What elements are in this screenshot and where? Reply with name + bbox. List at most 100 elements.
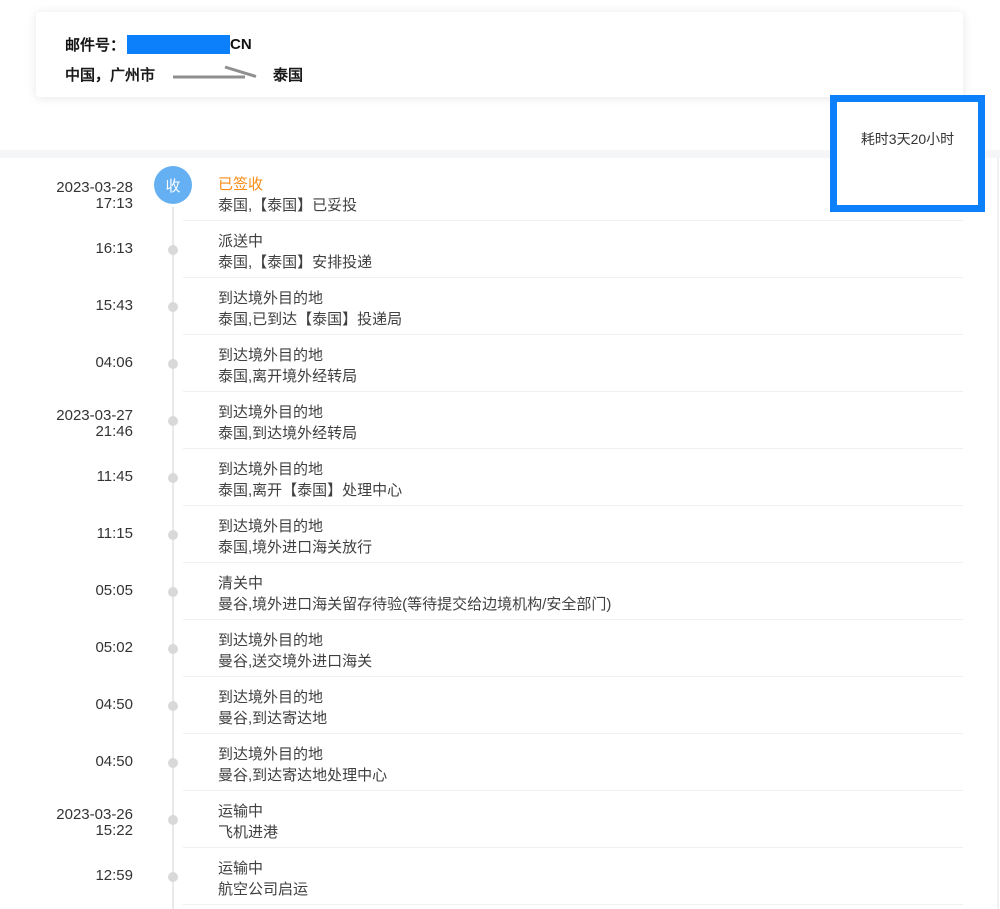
timeline-time: 05:05	[0, 583, 133, 598]
timeline-dot-icon	[168, 644, 178, 654]
timeline-timestamp: 2023-03-26 15:22	[0, 791, 133, 848]
mail-number-line: 邮件号： CN	[65, 33, 963, 55]
timeline-date: 2023-03-27	[0, 408, 133, 423]
timeline-timestamp: 11:15	[0, 506, 133, 563]
timeline-timestamp: 15:43	[0, 278, 133, 335]
timeline-item: 16:13 收 派送中 泰国,【泰国】安排投递	[0, 221, 1000, 278]
mail-number-label: 邮件号：	[65, 34, 125, 55]
timeline-timestamp: 11:45	[0, 449, 133, 506]
timeline-dot-icon	[168, 701, 178, 711]
receive-icon: 收	[154, 166, 192, 204]
timeline-status: 到达境外目的地	[218, 688, 963, 708]
timeline-description: 曼谷,送交境外进口海关	[218, 652, 963, 672]
timeline-time: 11:45	[0, 469, 133, 484]
timeline-description: 曼谷,到达寄达地	[218, 709, 963, 729]
timeline-description: 泰国,【泰国】安排投递	[218, 253, 963, 273]
timeline-item: 04:50 收 到达境外目的地 曼谷,到达寄达地	[0, 677, 1000, 734]
tracking-page: 邮件号： CN 中国，广州市 泰国 耗时3天20小时 2023-03-28 17…	[0, 0, 1000, 909]
timeline-description: 航空公司启运	[218, 880, 963, 900]
timeline-status: 到达境外目的地	[218, 745, 963, 765]
timeline-item: 11:15 收 到达境外目的地 泰国,境外进口海关放行	[0, 506, 1000, 563]
timeline-status: 派送中	[218, 232, 963, 252]
timeline-item: 15:43 收 到达境外目的地 泰国,已到达【泰国】投递局	[0, 278, 1000, 335]
timeline-content: 到达境外目的地 曼谷,到达寄达地处理中心	[183, 734, 963, 791]
timeline-status: 到达境外目的地	[218, 517, 963, 537]
timeline-status: 到达境外目的地	[218, 289, 963, 309]
timeline-item: 04:06 收 到达境外目的地 泰国,离开境外经转局	[0, 335, 1000, 392]
timeline-axis: 收	[133, 620, 183, 677]
timeline-description: 泰国,到达境外经转局	[218, 424, 963, 444]
timeline-timestamp: 05:02	[0, 620, 133, 677]
timeline-axis: 收	[133, 278, 183, 335]
timeline-content: 到达境外目的地 泰国,离开【泰国】处理中心	[183, 449, 963, 506]
timeline-timestamp: 16:13	[0, 221, 133, 278]
timeline-description: 泰国,已到达【泰国】投递局	[218, 310, 963, 330]
timeline-description: 泰国,境外进口海关放行	[218, 538, 963, 558]
timeline-time: 05:02	[0, 640, 133, 655]
mail-number-suffix: CN	[230, 36, 252, 53]
timeline-axis: 收	[133, 734, 183, 791]
route-line: 中国，广州市 泰国	[65, 63, 963, 85]
timeline-time: 21:46	[0, 424, 133, 439]
timeline-description: 曼谷,境外进口海关留存待验(等待提交给边境机构/安全部门)	[218, 595, 963, 615]
timeline-content: 到达境外目的地 曼谷,到达寄达地	[183, 677, 963, 734]
timeline-content: 到达境外目的地 泰国,境外进口海关放行	[183, 506, 963, 563]
timeline-item: 12:59 收 运输中 航空公司启运	[0, 848, 1000, 905]
timeline-date: 2023-03-28	[0, 180, 133, 195]
tracking-timeline: 2023-03-28 17:13 收 已签收 泰国,【泰国】已妥投 16:13 …	[0, 158, 1000, 909]
timeline-content: 运输中 飞机进港	[183, 791, 963, 848]
origin-label: 中国，广州市	[65, 64, 155, 85]
timeline-dot-icon	[168, 245, 178, 255]
timeline-dot-icon	[168, 530, 178, 540]
timeline-item: 04:50 收 到达境外目的地 曼谷,到达寄达地处理中心	[0, 734, 1000, 791]
timeline-time: 12:59	[0, 868, 133, 883]
timeline-content: 清关中 曼谷,境外进口海关留存待验(等待提交给边境机构/安全部门)	[183, 563, 963, 620]
timeline-status: 到达境外目的地	[218, 631, 963, 651]
timeline-timestamp: 04:50	[0, 734, 133, 791]
timeline-time: 11:15	[0, 526, 133, 541]
timeline-date: 2023-03-26	[0, 807, 133, 822]
timeline-item: 2023-03-26 15:22 收 运输中 飞机进港	[0, 791, 1000, 848]
timeline-axis: 收	[133, 677, 183, 734]
timeline-axis: 收	[133, 563, 183, 620]
timeline-description: 飞机进港	[218, 823, 963, 843]
timeline-timestamp: 12:59	[0, 848, 133, 905]
route-arrow-icon	[170, 63, 260, 86]
timeline-dot-icon	[168, 359, 178, 369]
timeline-status: 运输中	[218, 802, 963, 822]
timeline-description: 泰国,离开境外经转局	[218, 367, 963, 387]
timeline-time: 15:22	[0, 823, 133, 838]
timeline-item: 11:45 收 到达境外目的地 泰国,离开【泰国】处理中心	[0, 449, 1000, 506]
timeline-item: 05:05 收 清关中 曼谷,境外进口海关留存待验(等待提交给边境机构/安全部门…	[0, 563, 1000, 620]
timeline-dot-icon	[168, 872, 178, 882]
timeline-timestamp: 2023-03-28 17:13	[0, 164, 133, 221]
timeline-content: 到达境外目的地 泰国,离开境外经转局	[183, 335, 963, 392]
timeline-dot-icon	[168, 758, 178, 768]
timeline-status: 到达境外目的地	[218, 460, 963, 480]
timeline-content: 运输中 航空公司启运	[183, 848, 963, 905]
timeline-content: 到达境外目的地 泰国,已到达【泰国】投递局	[183, 278, 963, 335]
timeline-time: 04:50	[0, 754, 133, 769]
timeline-status: 到达境外目的地	[218, 403, 963, 423]
timeline-item: 05:02 收 到达境外目的地 曼谷,送交境外进口海关	[0, 620, 1000, 677]
timeline-description: 泰国,离开【泰国】处理中心	[218, 481, 963, 501]
timeline-dot-icon	[168, 302, 178, 312]
destination-label: 泰国	[273, 64, 303, 85]
timeline-axis: 收	[133, 848, 183, 905]
timeline-status: 清关中	[218, 574, 963, 594]
timeline-status: 运输中	[218, 859, 963, 879]
timeline-time: 04:50	[0, 697, 133, 712]
timeline-description: 曼谷,到达寄达地处理中心	[218, 766, 963, 786]
timeline-axis: 收	[133, 221, 183, 278]
mail-number-redacted	[127, 35, 230, 54]
timeline-time: 17:13	[0, 196, 133, 211]
timeline-timestamp: 05:05	[0, 563, 133, 620]
timeline-content: 到达境外目的地 曼谷,送交境外进口海关	[183, 620, 963, 677]
timeline-timestamp: 2023-03-27 21:46	[0, 392, 133, 449]
timeline-content: 到达境外目的地 泰国,到达境外经转局	[183, 392, 963, 449]
timeline-axis: 收	[133, 335, 183, 392]
timeline-axis: 收	[133, 506, 183, 563]
timeline-axis: 收	[133, 791, 183, 848]
timeline-time: 04:06	[0, 355, 133, 370]
timeline-dot-icon	[168, 815, 178, 825]
